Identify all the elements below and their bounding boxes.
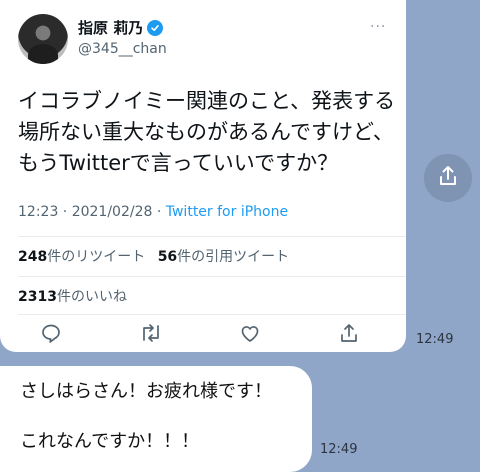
likes-stat[interactable]: 2313件のいいね: [18, 286, 127, 306]
tweet-meta: 12:23 · 2021/02/28 · Twitter for iPhone: [18, 204, 288, 220]
likes-count: 2313: [18, 289, 57, 305]
retweet-icon[interactable]: [139, 322, 163, 344]
message-time: 12:49: [416, 332, 454, 347]
retweets-stat[interactable]: 248件のリツイート: [18, 249, 145, 265]
divider: [18, 276, 406, 277]
retweets-label: 件のリツイート: [47, 249, 146, 265]
divider: [18, 314, 406, 315]
share-button[interactable]: [424, 154, 472, 202]
more-options-icon[interactable]: ···: [370, 20, 386, 34]
tweet-text: イコラブノイミー関連のこと、発表する 場所ない重大なものがあるんですけど、 もう…: [18, 86, 398, 179]
share-icon[interactable]: [338, 322, 360, 344]
author-name-row[interactable]: 指原 莉乃: [78, 17, 164, 38]
quotes-count: 56: [157, 249, 178, 265]
author-handle[interactable]: @345__chan: [78, 41, 167, 57]
divider: [18, 236, 406, 237]
share-icon: [436, 164, 460, 192]
quotes-stat[interactable]: 56件の引用ツイート: [158, 249, 289, 265]
likes-label: 件のいいね: [56, 289, 127, 305]
tweet-stats-row: 248件のリツイート 56件の引用ツイート: [18, 246, 289, 266]
chat-background: 指原 莉乃 @345__chan ··· イコラブノイミー関連のこと、発表する …: [0, 0, 480, 472]
message-time: 12:49: [320, 442, 358, 457]
quotes-label: 件の引用ツイート: [177, 249, 290, 265]
tweet-actions: [40, 322, 360, 344]
author-name: 指原 莉乃: [78, 19, 144, 37]
message-line: さしはらさん！お疲れ様です！: [20, 381, 272, 402]
tweet-text-line: 場所ない重大なものがあるんですけど、: [18, 120, 394, 144]
avatar[interactable]: [18, 14, 68, 64]
tweet-text-line: もうTwitterで言っていいですか？: [18, 151, 339, 175]
reply-icon[interactable]: [40, 322, 62, 344]
tweet-timestamp: 12:23 · 2021/02/28 ·: [18, 204, 166, 220]
like-icon[interactable]: [239, 322, 261, 344]
chat-message-bubble[interactable]: さしはらさん！お疲れ様です！ これなんですか！！！: [0, 366, 312, 472]
verified-badge-icon: [147, 19, 164, 36]
tweet-source-link[interactable]: Twitter for iPhone: [166, 204, 288, 220]
retweets-count: 248: [18, 249, 48, 265]
tweet-card[interactable]: 指原 莉乃 @345__chan ··· イコラブノイミー関連のこと、発表する …: [0, 0, 406, 352]
message-line: これなんですか！！！: [20, 431, 200, 452]
tweet-text-line: イコラブノイミー関連のこと、発表する: [18, 89, 396, 113]
